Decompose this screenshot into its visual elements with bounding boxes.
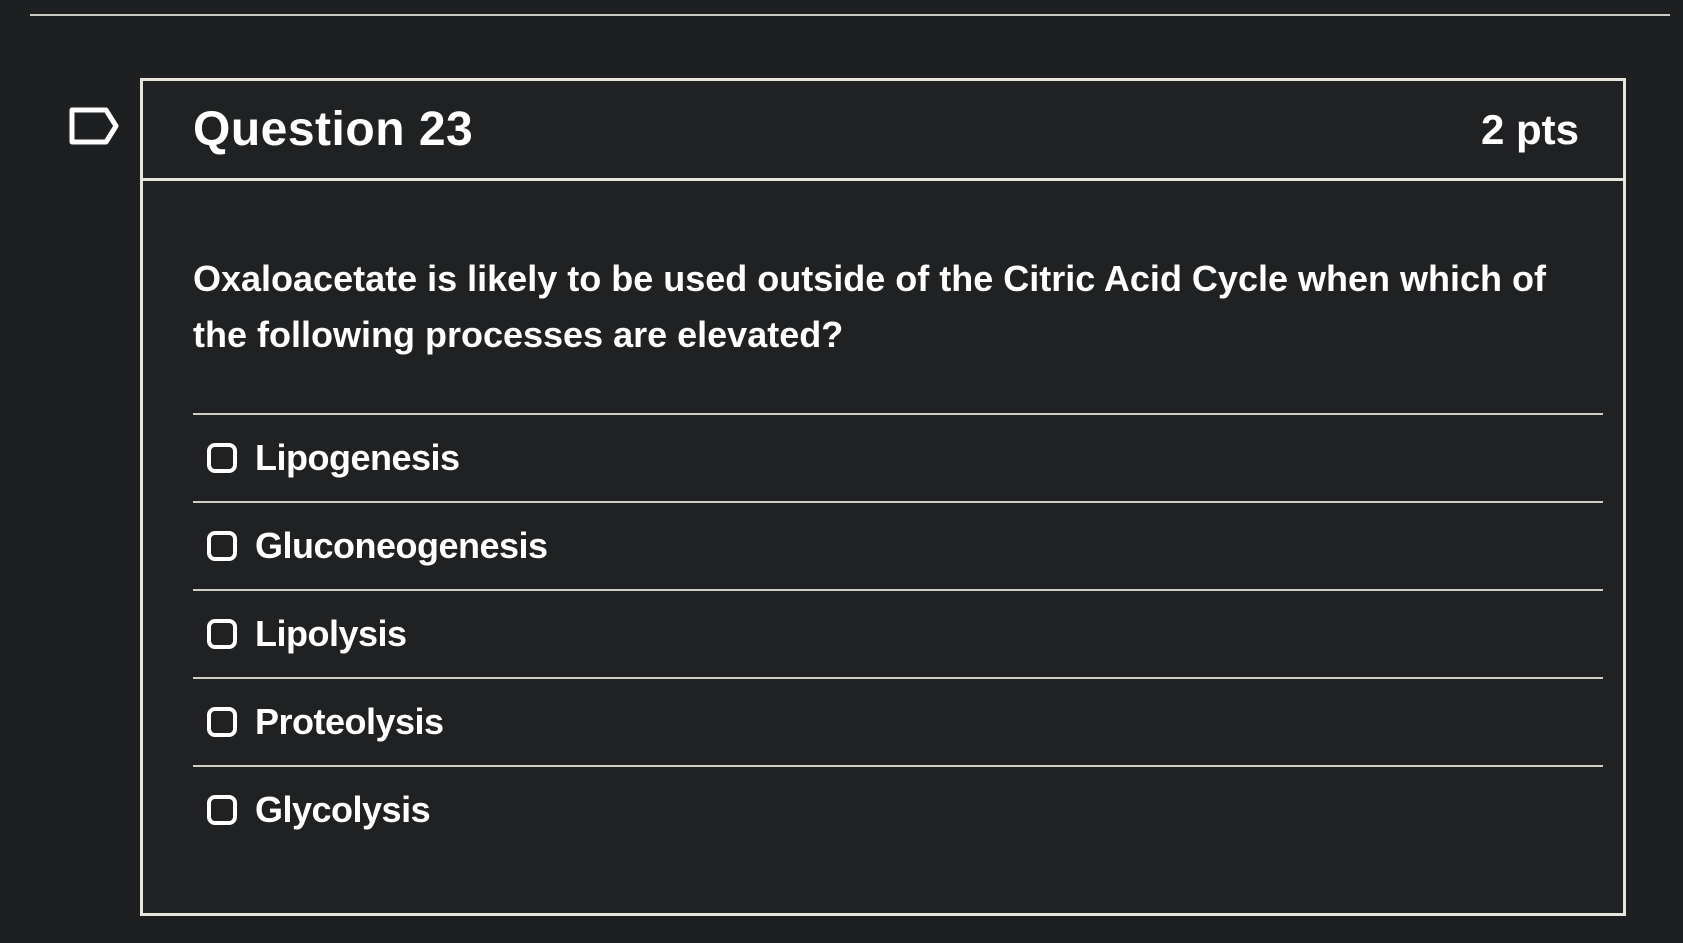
answer-option-proteolysis[interactable]: Proteolysis — [193, 677, 1603, 765]
flag-question-button[interactable] — [68, 106, 120, 146]
answer-label: Proteolysis — [255, 701, 444, 742]
top-divider — [30, 14, 1670, 16]
answer-label: Gluconeogenesis — [255, 525, 548, 566]
question-header: Question 23 2 pts — [143, 81, 1623, 181]
checkbox-unchecked-icon[interactable] — [207, 707, 237, 737]
question-points: 2 pts — [1480, 105, 1579, 153]
question-body: Oxaloacetate is likely to be used outsid… — [143, 181, 1623, 853]
bookmark-flag-icon — [69, 107, 119, 145]
checkbox-unchecked-icon[interactable] — [207, 795, 237, 825]
checkbox-unchecked-icon[interactable] — [207, 443, 237, 473]
answer-label: Glycolysis — [255, 789, 431, 830]
answer-list: Lipogenesis Gluconeogenesis Lipolysis Pr… — [193, 413, 1603, 853]
question-title: Question 23 — [193, 103, 474, 156]
answer-option-glycolysis[interactable]: Glycolysis — [193, 765, 1603, 853]
checkbox-unchecked-icon[interactable] — [207, 619, 237, 649]
question-text: Oxaloacetate is likely to be used outsid… — [193, 258, 1546, 355]
answer-label: Lipolysis — [255, 613, 407, 654]
answer-option-lipogenesis[interactable]: Lipogenesis — [193, 413, 1603, 501]
answer-option-gluconeogenesis[interactable]: Gluconeogenesis — [193, 501, 1603, 589]
answer-option-lipolysis[interactable]: Lipolysis — [193, 589, 1603, 677]
checkbox-unchecked-icon[interactable] — [207, 531, 237, 561]
answer-label: Lipogenesis — [255, 437, 460, 478]
question-card: Question 23 2 pts Oxaloacetate is likely… — [140, 78, 1626, 916]
